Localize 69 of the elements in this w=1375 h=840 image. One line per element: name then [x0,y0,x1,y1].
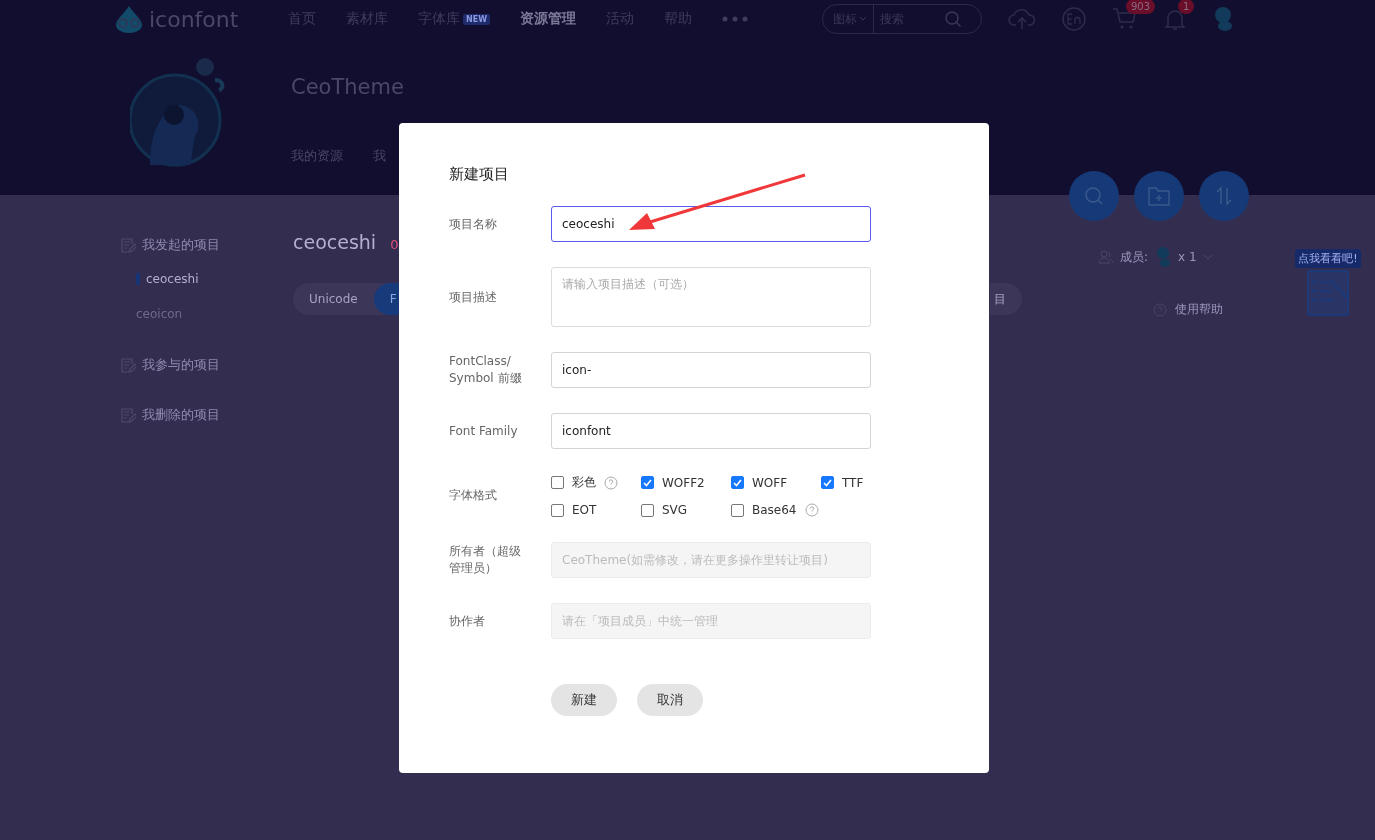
nav-link[interactable]: 资源管理 [520,10,576,28]
checkbox-label[interactable]: TTF [842,475,864,490]
notification-badge: 1 [1178,0,1195,14]
chevron-down-icon[interactable] [1202,254,1213,260]
cart-count-badge: 903 [1126,0,1156,14]
text-field[interactable]: icon- [551,352,871,388]
checkbox[interactable] [731,476,744,489]
feedback-badge[interactable]: 点我看看吧! [1295,249,1361,268]
description-field[interactable]: 请输入项目描述（可选） [551,267,871,327]
clipboard-icon[interactable] [1305,268,1351,318]
document-edit-icon [120,357,136,373]
language-icon[interactable] [1062,7,1086,31]
checkbox-label[interactable]: WOFF2 [662,475,705,490]
folder-add-icon [1148,186,1170,206]
members-label: 成员: [1120,248,1149,266]
field-label: 所有者（超级管理员） [449,543,522,577]
checkbox-label[interactable]: EOT [572,503,597,517]
checkbox[interactable] [551,476,564,489]
text-field[interactable]: ceoceshi [551,206,871,242]
field-label: FontClass/ Symbol 前缀 [449,353,523,387]
help-icon[interactable] [604,475,618,490]
checkbox-label[interactable]: 彩色 [572,474,596,491]
checkbox[interactable] [641,503,654,517]
search-icon[interactable] [944,10,962,28]
profile-name: CeoTheme [291,75,404,99]
field-label: 项目名称 [449,215,498,233]
bell-icon[interactable] [1164,7,1186,31]
chevron-down-icon[interactable] [859,16,867,22]
dialog-title: 新建项目 [449,165,510,184]
avatar-icon[interactable] [1212,6,1234,32]
sort-icon [1214,186,1234,206]
field-label: 字体格式 [449,487,498,504]
search-button[interactable] [1069,171,1119,221]
segment-tab[interactable]: Unicode [293,283,374,315]
text-field[interactable]: iconfont [551,413,871,449]
icon-count: 0 [390,237,399,252]
project-title: ceoceshi [293,231,377,253]
member-avatar-icon[interactable] [1154,246,1173,268]
checkbox-label[interactable]: Base64 [752,503,797,517]
more-icon[interactable] [722,16,748,22]
help-link[interactable]: 使用帮助 [1175,301,1223,318]
checkbox-label[interactable]: WOFF [752,475,788,490]
sidebar-group[interactable]: 我参与的项目 [142,356,220,374]
checkbox[interactable] [551,503,564,517]
field-label: 项目描述 [449,288,498,306]
sidebar-group[interactable]: 我发起的项目 [142,236,220,254]
checkbox-label[interactable]: SVG [662,503,688,517]
help-icon[interactable] [804,503,819,517]
search-icon [1084,186,1104,206]
dialog-button[interactable]: 新建 [551,684,617,716]
logo-icon [113,5,145,33]
field-label: 协作者 [449,612,486,630]
document-edit-icon [120,407,136,423]
field-label: Font Family [449,422,519,440]
sort-button[interactable] [1199,171,1249,221]
sidebar-item[interactable]: ceoicon [136,304,293,324]
dialog-button[interactable]: 取消 [637,684,703,716]
sidebar-item[interactable]: ceoceshi [136,269,293,289]
checkbox[interactable] [731,503,744,517]
segment-tab[interactable]: 目 [990,283,1022,315]
users-icon [1098,250,1114,264]
new-badge: NEW [463,13,490,25]
members-count: x 1 [1178,250,1197,264]
upload-cloud-icon[interactable] [1008,7,1036,31]
sidebar-group[interactable]: 我删除的项目 [142,406,220,424]
checkbox[interactable] [641,476,654,489]
checkbox[interactable] [821,476,834,489]
document-edit-icon [120,237,136,253]
add-folder-button[interactable] [1134,171,1184,221]
